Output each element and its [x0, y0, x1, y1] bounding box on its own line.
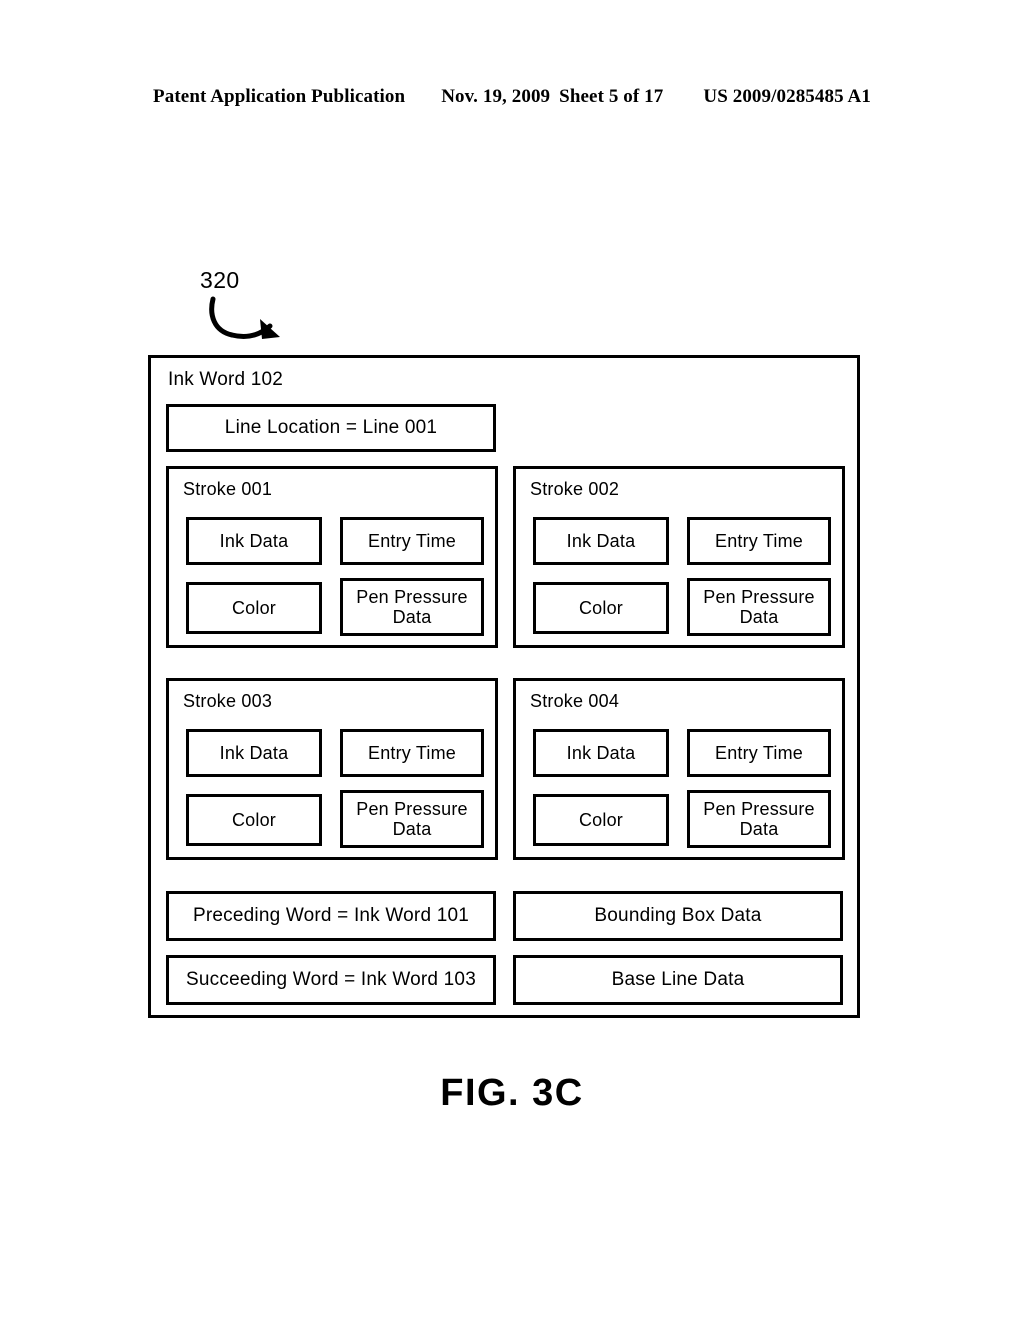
stroke-box-003: Stroke 003 Ink Data Entry Time Color Pen…	[166, 678, 498, 860]
ink-data-label: Ink Data	[566, 742, 636, 763]
pen-pressure-label: Pen Pressure Data	[703, 586, 815, 627]
pen-pressure-box: Pen Pressure Data	[687, 578, 831, 636]
color-box: Color	[186, 582, 322, 634]
succeeding-word-label: Succeeding Word = Ink Word 103	[186, 969, 476, 990]
base-line-data-label: Base Line Data	[611, 969, 745, 990]
stroke-title: Stroke 001	[183, 479, 273, 499]
ink-data-box: Ink Data	[533, 729, 669, 777]
base-line-data-box: Base Line Data	[513, 955, 843, 1005]
reference-numeral-320: 320	[200, 267, 240, 293]
ink-data-box: Ink Data	[533, 517, 669, 565]
pen-pressure-box: Pen Pressure Data	[340, 578, 484, 636]
ink-word-container: Ink Word 102 Line Location = Line 001 St…	[148, 355, 860, 1018]
ink-data-label: Ink Data	[219, 742, 289, 763]
stroke-box-001: Stroke 001 Ink Data Entry Time Color Pen…	[166, 466, 498, 648]
color-label: Color	[578, 809, 623, 830]
header-sheet-label: Sheet 5 of 17	[559, 86, 664, 107]
color-box: Color	[533, 794, 669, 846]
stroke-box-002: Stroke 002 Ink Data Entry Time Color Pen…	[513, 466, 845, 648]
header-publication-label: Patent Application Publication	[153, 86, 406, 107]
color-label: Color	[231, 597, 276, 618]
reference-leader-arrow-icon	[209, 296, 280, 340]
stroke-title: Stroke 003	[183, 691, 273, 711]
ink-data-box: Ink Data	[186, 729, 322, 777]
pen-pressure-box: Pen Pressure Data	[687, 790, 831, 848]
color-box: Color	[533, 582, 669, 634]
page-running-header: Patent Application Publication Nov. 19, …	[0, 86, 1024, 108]
color-label: Color	[578, 597, 623, 618]
entry-time-box: Entry Time	[340, 517, 484, 565]
color-label: Color	[231, 809, 276, 830]
color-box: Color	[186, 794, 322, 846]
ink-word-title: Ink Word 102	[168, 369, 284, 390]
ink-data-box: Ink Data	[186, 517, 322, 565]
entry-time-label: Entry Time	[367, 530, 457, 551]
pen-pressure-label: Pen Pressure Data	[703, 798, 815, 839]
pen-pressure-label: Pen Pressure Data	[356, 586, 468, 627]
pen-pressure-label: Pen Pressure Data	[356, 798, 468, 839]
preceding-word-label: Preceding Word = Ink Word 101	[193, 905, 469, 926]
entry-time-box: Entry Time	[687, 729, 831, 777]
ink-data-label: Ink Data	[219, 530, 289, 551]
line-location-label: Line Location = Line 001	[224, 417, 438, 438]
figure-caption: FIG. 3C	[440, 1072, 584, 1114]
header-date-label: Nov. 19, 2009	[441, 86, 551, 107]
ink-data-label: Ink Data	[566, 530, 636, 551]
entry-time-box: Entry Time	[687, 517, 831, 565]
entry-time-label: Entry Time	[714, 742, 804, 763]
pen-pressure-box: Pen Pressure Data	[340, 790, 484, 848]
bounding-box-data-label: Bounding Box Data	[594, 905, 762, 926]
line-location-box: Line Location = Line 001	[166, 404, 496, 452]
succeeding-word-box: Succeeding Word = Ink Word 103	[166, 955, 496, 1005]
header-patent-number: US 2009/0285485 A1	[703, 86, 871, 107]
stroke-title: Stroke 004	[530, 691, 620, 711]
entry-time-box: Entry Time	[340, 729, 484, 777]
stroke-box-004: Stroke 004 Ink Data Entry Time Color Pen…	[513, 678, 845, 860]
stroke-title: Stroke 002	[530, 479, 620, 499]
entry-time-label: Entry Time	[367, 742, 457, 763]
bounding-box-data-box: Bounding Box Data	[513, 891, 843, 941]
preceding-word-box: Preceding Word = Ink Word 101	[166, 891, 496, 941]
entry-time-label: Entry Time	[714, 530, 804, 551]
